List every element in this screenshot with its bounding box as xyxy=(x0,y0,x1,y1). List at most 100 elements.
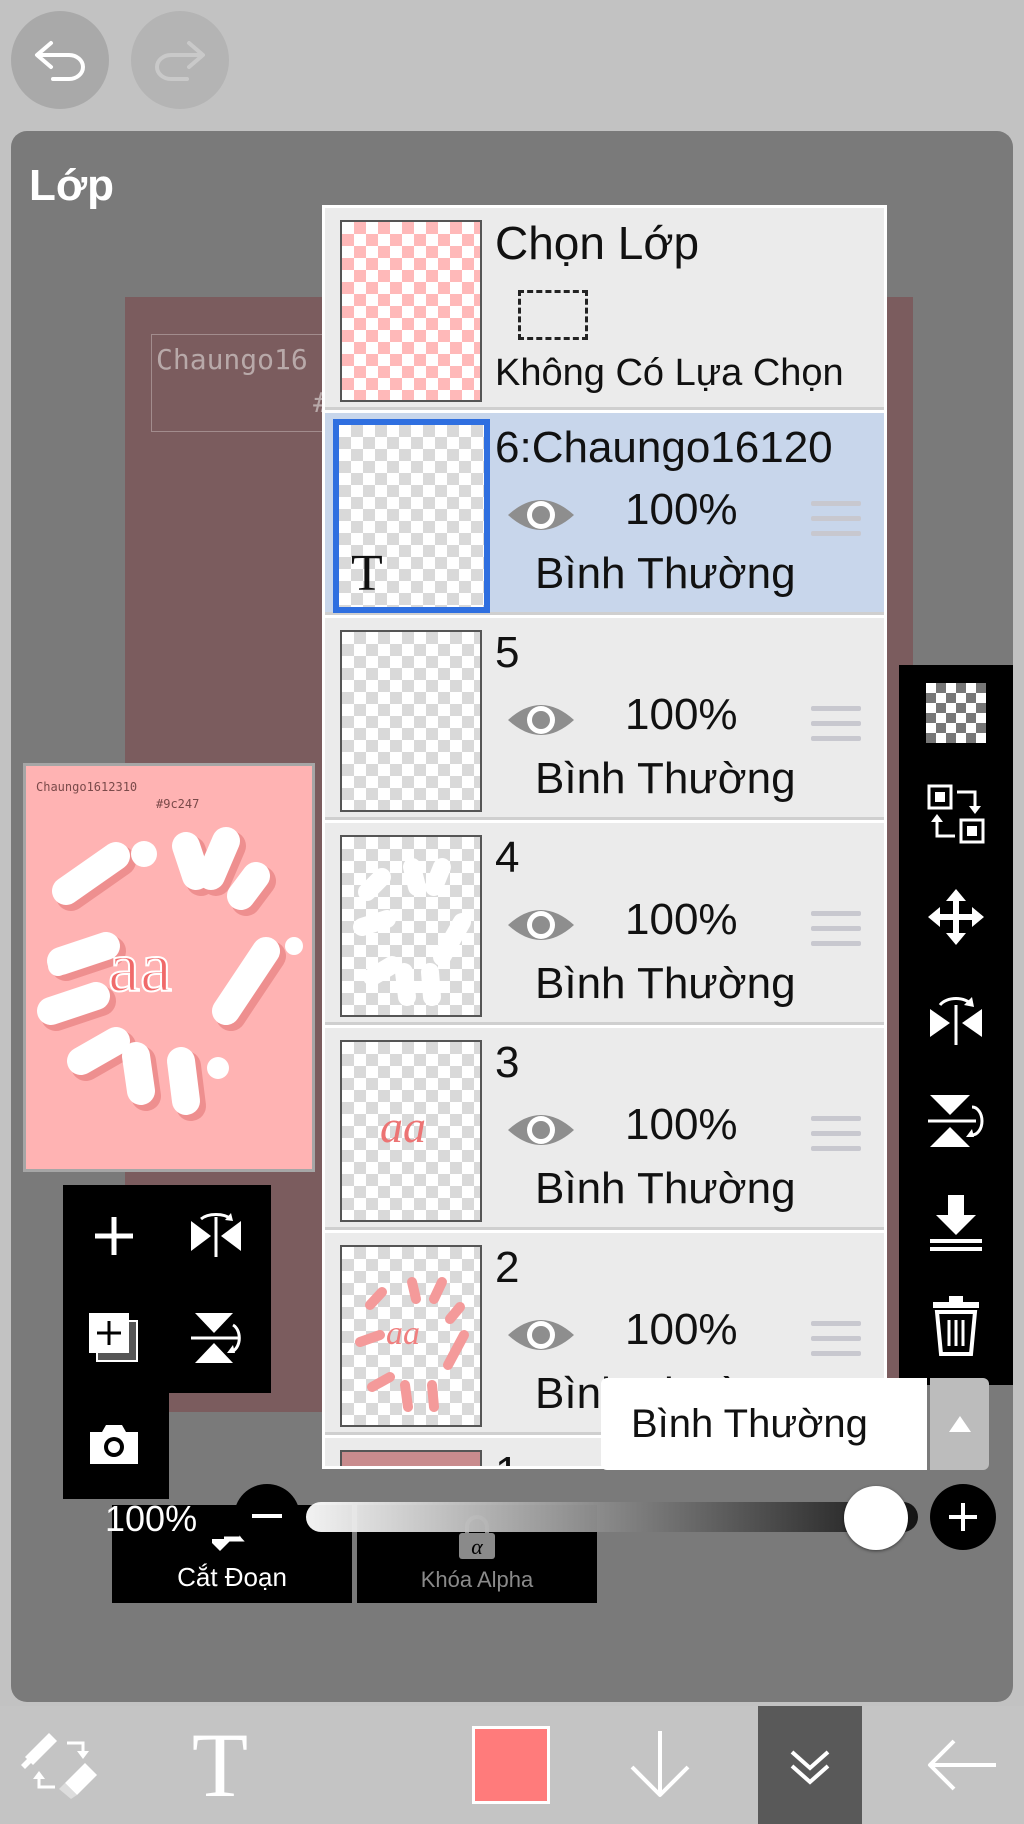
right-toolbar xyxy=(899,665,1013,1385)
layer-name: 3 xyxy=(495,1038,520,1087)
flip-vertical-icon xyxy=(928,1095,984,1147)
text-tool-button[interactable]: T xyxy=(170,1706,270,1824)
duplicate-layer-icon xyxy=(89,1313,138,1362)
brush-eraser-toggle-button[interactable] xyxy=(18,1706,104,1824)
selection-layer-thumbnail xyxy=(340,220,482,402)
flip-horizontal-layer-button[interactable] xyxy=(916,979,996,1059)
eye-icon[interactable] xyxy=(505,1311,577,1359)
layer-blend-mode: Bình Thường xyxy=(535,549,796,598)
layer-name: 2 xyxy=(495,1243,520,1292)
text-tool-icon: T xyxy=(191,1714,249,1816)
canvas-text-line2: # xyxy=(156,386,340,419)
layer-row[interactable]: T 6:Chaungo16120 100% Bình Thường xyxy=(325,413,884,615)
layer-thumbnail xyxy=(340,835,482,1017)
double-chevron-down-icon xyxy=(790,1750,830,1785)
layer-thumbnail: aa xyxy=(340,1040,482,1222)
flip-horizontal-icon xyxy=(930,997,982,1045)
layer-name: 1 xyxy=(495,1448,519,1466)
redo-icon xyxy=(155,41,205,81)
flip-horizontal-button[interactable] xyxy=(181,1201,251,1271)
layer-4-thumbnail-art xyxy=(353,858,471,1006)
merge-down-icon xyxy=(930,1195,982,1251)
plus-icon xyxy=(949,1503,977,1531)
opacity-decrease-button[interactable] xyxy=(234,1484,300,1550)
camera-import-button[interactable] xyxy=(79,1409,149,1479)
layer-row[interactable]: aa 3 100% Bình Thường xyxy=(325,1028,884,1230)
merge-down-button[interactable] xyxy=(916,1183,996,1263)
canvas-text-box: Chaungo16 # xyxy=(151,334,341,432)
opacity-slider-knob[interactable] xyxy=(844,1486,908,1550)
checkerboard-icon xyxy=(926,683,986,743)
move-button[interactable] xyxy=(916,877,996,957)
blend-mode-select[interactable]: Bình Thường xyxy=(601,1378,927,1470)
panel-title: Lớp xyxy=(29,161,115,210)
opacity-increase-button[interactable] xyxy=(930,1484,996,1550)
layer-opacity: 100% xyxy=(625,1100,738,1149)
clipping-label: Cắt Đoạn xyxy=(177,1562,287,1592)
layer-thumbnail: aa xyxy=(340,1245,482,1427)
eye-icon[interactable] xyxy=(505,901,577,949)
layer-opacity: 100% xyxy=(625,690,738,739)
drag-handle-icon[interactable] xyxy=(811,706,861,742)
undo-button[interactable] xyxy=(11,11,109,109)
arrow-down-icon xyxy=(630,1731,690,1797)
layer-row[interactable]: 5 100% Bình Thường xyxy=(325,618,884,820)
canvas-text-line1: Chaungo16 xyxy=(156,343,308,376)
add-layer-button[interactable] xyxy=(79,1201,149,1271)
move-icon xyxy=(928,889,984,945)
undo-icon xyxy=(35,41,85,81)
plus-icon xyxy=(95,1217,133,1255)
svg-text:α: α xyxy=(471,1534,483,1559)
svg-text:aa: aa xyxy=(108,927,172,1007)
layer-thumbnail: T xyxy=(333,419,490,613)
trash-icon xyxy=(933,1296,979,1356)
layer-blend-mode: Bình Thường xyxy=(535,1164,796,1213)
opacity-slider-track[interactable] xyxy=(306,1502,918,1532)
eye-icon[interactable] xyxy=(505,1106,577,1154)
canvas-preview[interactable]: Chaungo1612310 #9c247 aa xyxy=(23,763,315,1172)
selection-status: Không Có Lựa Chọn xyxy=(495,352,844,394)
selection-layer-title: Chọn Lớp xyxy=(495,217,700,269)
back-button[interactable] xyxy=(920,1706,1004,1824)
layer-thumbnail-text: aa xyxy=(386,1315,420,1352)
eye-icon[interactable] xyxy=(505,491,577,539)
delete-layer-button[interactable] xyxy=(916,1285,996,1365)
brush-eraser-icon xyxy=(21,1733,97,1799)
layer-thumbnail xyxy=(340,1450,482,1466)
flip-vertical-layer-button[interactable] xyxy=(916,1081,996,1161)
layer-blend-mode: Bình Thường xyxy=(535,754,796,803)
swap-layers-icon xyxy=(927,784,985,844)
flip-vertical-icon xyxy=(191,1313,241,1363)
layer-opacity: 100% xyxy=(625,895,738,944)
layer-name: 6:Chaungo16120 xyxy=(495,423,833,472)
current-color-swatch[interactable] xyxy=(472,1726,550,1804)
layer-name: 5 xyxy=(495,628,520,677)
redo-button[interactable] xyxy=(131,11,229,109)
drag-handle-icon[interactable] xyxy=(811,1116,861,1152)
drag-handle-icon[interactable] xyxy=(811,1321,861,1357)
layer-opacity: 100% xyxy=(625,1305,738,1354)
swap-layer-button[interactable] xyxy=(916,775,996,855)
new-transparent-layer-button[interactable] xyxy=(916,673,996,753)
arrow-left-icon xyxy=(928,1739,996,1791)
layer-name: 4 xyxy=(495,833,520,882)
bottom-toolbar: T xyxy=(0,1706,1024,1824)
layer-thumbnail xyxy=(340,630,482,812)
layer-row[interactable]: 4 100% Bình Thường xyxy=(325,823,884,1025)
flip-horizontal-icon xyxy=(191,1213,241,1257)
drag-handle-icon[interactable] xyxy=(811,501,861,537)
layer-down-button[interactable] xyxy=(620,1706,700,1824)
drag-handle-icon[interactable] xyxy=(811,911,861,947)
selection-layer-row[interactable]: Chọn Lớp Không Có Lựa Chọn xyxy=(325,208,884,410)
eye-icon[interactable] xyxy=(505,696,577,744)
flip-vertical-button[interactable] xyxy=(181,1303,251,1373)
text-layer-mark: T xyxy=(351,545,383,602)
duplicate-layer-button[interactable] xyxy=(79,1303,149,1373)
preview-artwork: aa xyxy=(37,827,303,1121)
layer-list: Chọn Lớp Không Có Lựa Chọn T 6:Chaungo16… xyxy=(322,205,887,1469)
blend-mode-dropdown-button[interactable] xyxy=(930,1378,989,1470)
layer-panel-toggle-button[interactable] xyxy=(758,1706,862,1824)
camera-icon xyxy=(90,1425,138,1464)
blend-mode-value: Bình Thường xyxy=(631,1401,868,1446)
selection-marquee-icon xyxy=(518,290,588,340)
